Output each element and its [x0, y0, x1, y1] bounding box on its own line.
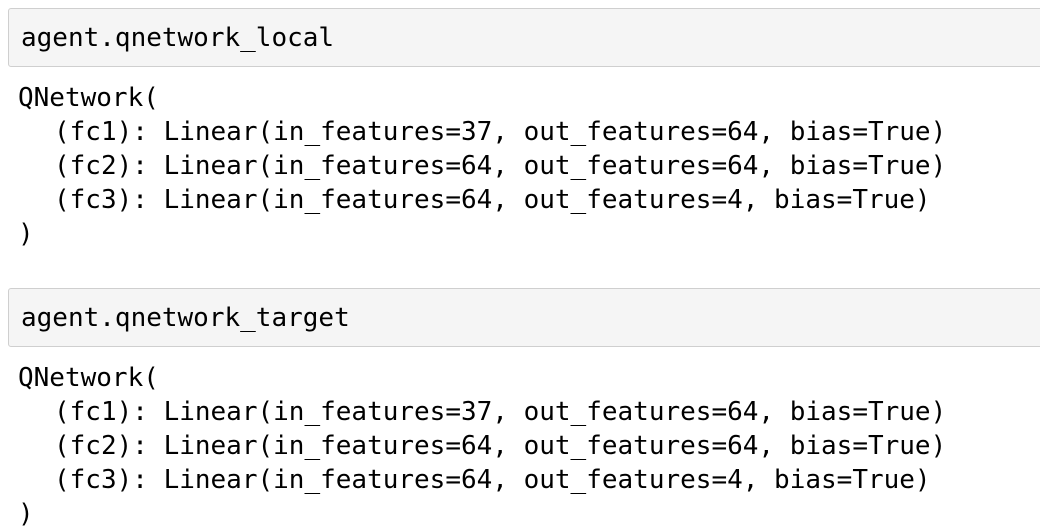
- cell-output: QNetwork( (fc1): Linear(in_features=37, …: [18, 81, 946, 251]
- code-input-text[interactable]: agent.qnetwork_target: [21, 302, 350, 334]
- output-line-close: ): [18, 219, 34, 249]
- output-line-open: QNetwork(: [18, 83, 159, 113]
- output-line-fc1: (fc1): Linear(in_features=37, out_featur…: [54, 117, 947, 147]
- code-input-cell[interactable]: agent.qnetwork_local: [8, 8, 1040, 67]
- code-input-text[interactable]: agent.qnetwork_local: [21, 22, 334, 54]
- output-line-fc2: (fc2): Linear(in_features=64, out_featur…: [54, 151, 947, 181]
- code-input-cell[interactable]: agent.qnetwork_target: [8, 288, 1040, 347]
- output-line-open: QNetwork(: [18, 363, 159, 393]
- output-line-fc3: (fc3): Linear(in_features=64, out_featur…: [54, 185, 931, 215]
- output-line-fc3: (fc3): Linear(in_features=64, out_featur…: [54, 465, 931, 495]
- cell-output: QNetwork( (fc1): Linear(in_features=37, …: [18, 361, 946, 531]
- output-line-fc2: (fc2): Linear(in_features=64, out_featur…: [54, 431, 947, 461]
- output-line-fc1: (fc1): Linear(in_features=37, out_featur…: [54, 397, 947, 427]
